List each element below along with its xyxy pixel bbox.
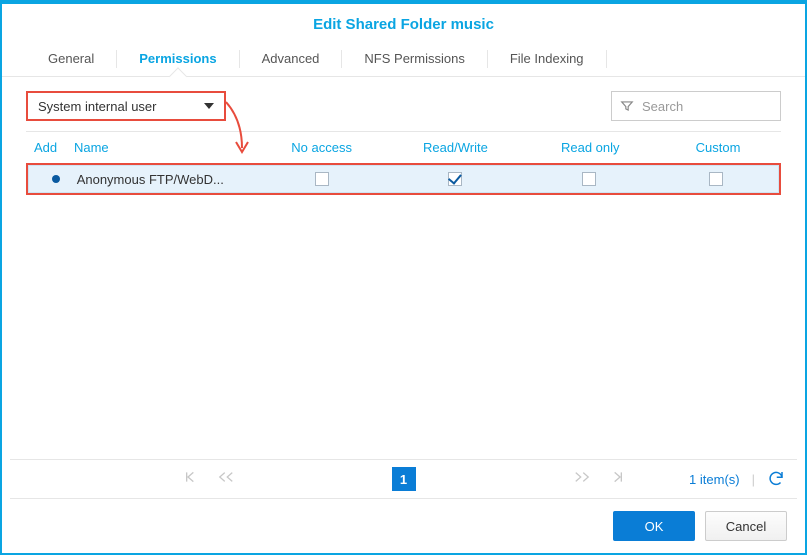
page-first-icon[interactable] bbox=[182, 469, 198, 490]
toolbar: System internal user bbox=[2, 77, 805, 131]
cell-custom bbox=[653, 166, 778, 192]
search-box[interactable] bbox=[611, 91, 781, 121]
cell-name: Anonymous FTP/WebD... bbox=[71, 166, 259, 192]
checkbox-custom[interactable] bbox=[709, 172, 723, 186]
checkbox-no-access[interactable] bbox=[315, 172, 329, 186]
col-header-read-write[interactable]: Read/Write bbox=[386, 132, 526, 163]
tab-bar: General Permissions Advanced NFS Permiss… bbox=[2, 41, 805, 77]
checkbox-read-write[interactable] bbox=[448, 172, 462, 186]
dialog-footer: 1 1 item(s) | OK Cancel bbox=[2, 459, 805, 553]
cancel-button[interactable]: Cancel bbox=[705, 511, 787, 541]
items-summary: 1 item(s) bbox=[689, 472, 740, 487]
tab-general[interactable]: General bbox=[26, 41, 116, 76]
col-header-no-access[interactable]: No access bbox=[258, 132, 386, 163]
table-body-highlight: Anonymous FTP/WebD... bbox=[26, 163, 781, 195]
page-prev-icon[interactable] bbox=[216, 469, 236, 490]
user-scope-dropdown[interactable]: System internal user bbox=[26, 91, 226, 121]
permissions-table: Add Name No access Read/Write Read only … bbox=[26, 131, 781, 195]
col-header-custom[interactable]: Custom bbox=[655, 132, 781, 163]
page-next-icon[interactable] bbox=[572, 469, 592, 490]
action-buttons: OK Cancel bbox=[2, 499, 805, 553]
page-number-current[interactable]: 1 bbox=[392, 467, 416, 491]
filter-icon bbox=[620, 99, 634, 113]
tab-advanced[interactable]: Advanced bbox=[240, 41, 342, 76]
dialog-title: Edit Shared Folder music bbox=[2, 4, 805, 41]
edit-shared-folder-dialog: Edit Shared Folder music General Permiss… bbox=[0, 0, 807, 555]
tab-file-indexing[interactable]: File Indexing bbox=[488, 41, 606, 76]
col-header-add[interactable]: Add bbox=[26, 132, 68, 163]
table-row[interactable]: Anonymous FTP/WebD... bbox=[28, 165, 779, 193]
pagination-bar: 1 1 item(s) | bbox=[10, 459, 797, 499]
tab-nfs-permissions[interactable]: NFS Permissions bbox=[342, 41, 486, 76]
ok-button[interactable]: OK bbox=[613, 511, 695, 541]
reload-icon[interactable] bbox=[767, 469, 785, 490]
cell-read-write bbox=[386, 166, 525, 192]
search-input[interactable] bbox=[640, 98, 760, 115]
dropdown-selected-label: System internal user bbox=[38, 99, 157, 114]
tab-permissions[interactable]: Permissions bbox=[117, 41, 238, 76]
tab-separator bbox=[606, 50, 607, 68]
checkbox-read-only[interactable] bbox=[582, 172, 596, 186]
page-last-icon[interactable] bbox=[610, 469, 626, 490]
cell-read-only bbox=[524, 166, 653, 192]
col-header-read-only[interactable]: Read only bbox=[525, 132, 655, 163]
cell-add bbox=[29, 166, 71, 192]
cell-no-access bbox=[259, 166, 386, 192]
chevron-down-icon bbox=[204, 103, 214, 109]
add-indicator-icon bbox=[52, 175, 60, 183]
table-header: Add Name No access Read/Write Read only … bbox=[26, 131, 781, 164]
col-header-name[interactable]: Name bbox=[68, 132, 258, 163]
